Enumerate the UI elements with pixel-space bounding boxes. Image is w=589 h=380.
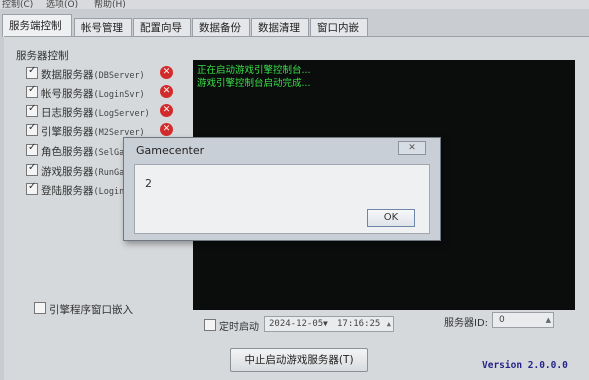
message-dialog: Gamecenter ✕ 2 OK: [123, 137, 441, 241]
tab-server-control[interactable]: 服务端控制: [2, 14, 72, 37]
server-control-group-title: 服务器控制: [16, 50, 69, 62]
datetime-picker[interactable]: 2024-12-05 ▼ 17:16:25 ▲: [264, 316, 394, 332]
tab-data-cleanup[interactable]: 数据清理: [251, 18, 309, 36]
checkbox[interactable]: ✓: [26, 65, 38, 79]
spinner-icon[interactable]: ▲: [546, 313, 551, 327]
error-icon: ✕: [160, 85, 173, 98]
tab-strip: 服务端控制 帐号管理 配置向导 数据备份 数据清理 窗口内嵌: [0, 12, 589, 37]
server-id-input[interactable]: 0 ▲: [492, 312, 554, 328]
checkbox[interactable]: ✓: [26, 142, 38, 156]
dropdown-arrow-icon[interactable]: ▼: [323, 317, 328, 331]
server-id-label: 服务器ID:: [444, 318, 489, 329]
dialog-title: Gamecenter: [136, 144, 205, 157]
spinner-icon[interactable]: ▲: [387, 317, 391, 331]
service-m2-server[interactable]: ✓ 引擎服务器(M2Server): [26, 122, 176, 138]
checkbox[interactable]: ✓: [26, 181, 38, 195]
checkbox[interactable]: ✓: [26, 103, 38, 117]
tab-config-wizard[interactable]: 配置向导: [133, 18, 191, 36]
service-login-server[interactable]: ✓ 帐号服务器(LoginSvr): [26, 84, 176, 100]
date-value: 2024-12-05: [269, 319, 324, 329]
checkbox[interactable]: ✓: [26, 162, 38, 176]
service-db-server[interactable]: ✓ 数据服务器(DBServer): [26, 65, 176, 81]
error-icon: ✕: [160, 66, 173, 79]
console-line: 游戏引擎控制台启动完成...: [197, 78, 311, 89]
checkbox[interactable]: ✓: [26, 122, 38, 136]
menu-help[interactable]: 帮助(H): [94, 0, 126, 10]
stop-start-server-button[interactable]: 中止启动游戏服务器(T): [230, 348, 368, 372]
timed-start-option[interactable]: 定时启动: [204, 318, 259, 333]
menu-control[interactable]: 控制(C): [2, 0, 33, 10]
console-line: 正在启动游戏引擎控制台...: [197, 65, 311, 76]
tab-data-backup[interactable]: 数据备份: [192, 18, 250, 36]
dialog-message: 2: [145, 177, 152, 190]
embed-window-option[interactable]: 引擎程序窗口嵌入: [34, 302, 133, 317]
service-log-server[interactable]: ✓ 日志服务器(LogServer): [26, 103, 176, 119]
tab-window-embed[interactable]: 窗口内嵌: [310, 18, 368, 36]
menu-options[interactable]: 选项(O): [46, 0, 78, 10]
tab-account-management[interactable]: 帐号管理: [74, 18, 132, 36]
checkbox[interactable]: [34, 302, 46, 314]
menu-bar: 控制(C) 选项(O) 帮助(H): [0, 0, 589, 10]
dialog-body: 2 OK: [134, 164, 430, 234]
checkbox[interactable]: [204, 319, 216, 331]
error-icon: ✕: [160, 104, 173, 117]
time-value: 17:16:25: [337, 319, 381, 329]
version-label: Version 2.0.0.0: [482, 360, 568, 371]
checkbox[interactable]: ✓: [26, 84, 38, 98]
close-icon[interactable]: ✕: [398, 141, 426, 155]
ok-button[interactable]: OK: [367, 209, 415, 227]
error-icon: ✕: [160, 123, 173, 136]
